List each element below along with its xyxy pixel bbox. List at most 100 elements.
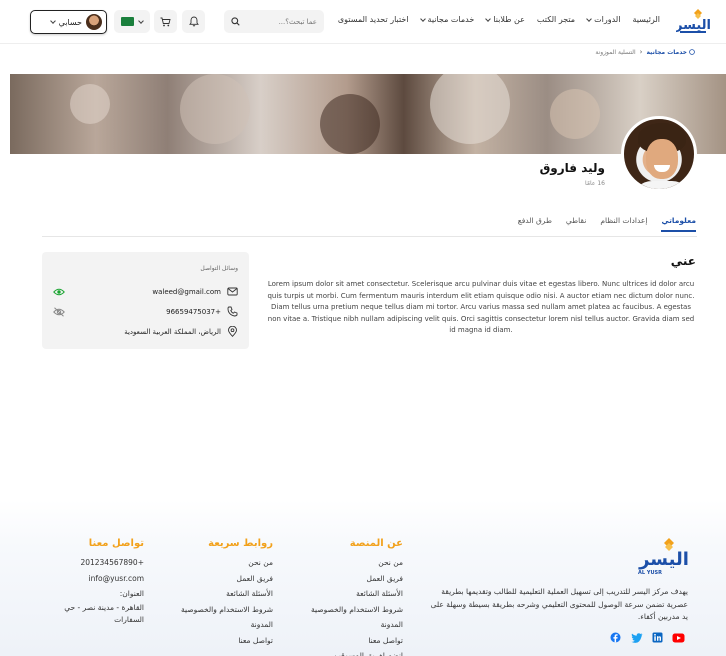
chevron-left-icon: ‹ (639, 48, 643, 56)
cover-figure (320, 94, 380, 154)
nav-label: اختبار تحديد المستوى (337, 15, 409, 24)
site-logo[interactable]: اليسر (676, 7, 710, 35)
tab-my-info[interactable]: معلوماتي (661, 216, 696, 232)
avatar-face (646, 139, 678, 179)
footer-column-title: روابط سريعة (208, 538, 273, 549)
nav-free-services[interactable]: خدمات مجانية (419, 15, 475, 24)
phone-icon (227, 306, 238, 317)
profile-tabs: معلوماتي إعدادات النظام نقاطي طرق الدفع (518, 216, 696, 232)
account-menu-button[interactable]: حسابي (30, 10, 107, 34)
footer-link[interactable]: انضم لفريق المسوقين (311, 648, 403, 656)
contact-phone: +96659475037 (166, 307, 221, 316)
nav-bookstore[interactable]: متجر الكتب (537, 15, 575, 24)
footer-quick-links: روابط سريعة من نحن فريق العمل الأسئلة ال… (181, 538, 273, 648)
footer-link[interactable]: فريق العمل (311, 571, 403, 587)
nav-home[interactable]: الرئيسية (632, 15, 660, 24)
cart-icon (160, 17, 171, 26)
cover-figure (180, 74, 250, 144)
tabs-divider (42, 236, 697, 237)
footer-logo[interactable]: اليسر AL YUSR (636, 536, 688, 578)
tab-system-settings[interactable]: إعدادات النظام (600, 216, 647, 232)
footer-logo-text: اليسر (638, 549, 688, 570)
profile-avatar (621, 116, 697, 192)
cover-figure (550, 89, 600, 139)
footer-link[interactable]: المدونة (311, 617, 403, 633)
footer-email[interactable]: info@yusr.com (44, 571, 144, 587)
language-selector[interactable] (114, 10, 150, 33)
footer-address: القاهرة - مدينة نصر - حي السفارات (64, 602, 144, 625)
footer-column-title: عن المنصة (349, 538, 403, 549)
nav-level-test[interactable]: اختبار تحديد المستوى (338, 15, 409, 24)
eye-off-icon[interactable] (53, 306, 65, 317)
nav-label: الدورات (594, 15, 621, 24)
nav-label: خدمات مجانية (427, 15, 475, 24)
search-icon[interactable] (231, 17, 240, 26)
notifications-button[interactable] (182, 10, 205, 33)
contact-card-title: وسائل التواصل (200, 265, 238, 272)
footer-link[interactable]: شروط الاستخدام والخصوصية (181, 602, 273, 618)
about-text: Lorem ipsum dolor sit amet consectetur. … (267, 280, 695, 334)
account-label: حسابي (58, 17, 82, 27)
nav-label: الرئيسية (632, 15, 660, 24)
footer-link[interactable]: فريق العمل (181, 571, 273, 587)
footer-link[interactable]: من نحن (311, 555, 403, 571)
grid-icon (689, 49, 695, 55)
contact-address-row: الرياض، المملكة العربية السعودية (53, 326, 238, 337)
breadcrumb-home-label: خدمات مجانية (646, 48, 687, 56)
footer-about-platform: عن المنصة من نحن فريق العمل الأسئلة الشا… (311, 538, 403, 656)
footer-phone[interactable]: +201234567890 (44, 555, 144, 571)
avatar (86, 14, 102, 30)
footer-link[interactable]: تواصل معنا (311, 633, 403, 649)
footer-link[interactable]: المدونة (181, 617, 273, 633)
youtube-icon[interactable] (671, 630, 686, 645)
email-icon (227, 287, 238, 296)
cart-button[interactable] (154, 10, 177, 33)
main-nav: الرئيسية الدورات متجر الكتب عن طلابنا خد… (338, 15, 660, 24)
nav-label: عن طلابنا (493, 15, 525, 24)
breadcrumb-home[interactable]: خدمات مجانية (646, 49, 695, 56)
facebook-icon[interactable] (608, 630, 623, 645)
contact-phone-row: +96659475037 (53, 306, 238, 317)
tab-my-points[interactable]: نقاطي (566, 216, 586, 232)
profile-cover-image (10, 74, 726, 154)
search-box (224, 10, 324, 33)
footer-link[interactable]: الأسئلة الشائعة (311, 586, 403, 602)
footer-column-title: تواصل معنا (88, 538, 144, 549)
footer-address-label: العنوان: (119, 589, 144, 598)
bell-icon (188, 16, 199, 27)
contact-email: waleed@gmail.com (152, 287, 221, 296)
logo-text: اليسر (676, 18, 710, 33)
location-pin-icon (228, 326, 237, 337)
chevron-down-icon (586, 15, 592, 22)
social-links (608, 630, 686, 645)
cover-figure (430, 74, 510, 144)
tab-payment-methods[interactable]: طرق الدفع (518, 216, 552, 232)
contact-card: وسائل التواصل waleed@gmail.com +96659475… (42, 252, 249, 349)
footer-link[interactable]: شروط الاستخدام والخصوصية (311, 602, 403, 618)
linkedin-icon[interactable] (650, 630, 665, 645)
search-input[interactable] (245, 17, 317, 26)
footer-link[interactable]: تواصل معنا (181, 633, 273, 649)
chevron-down-icon (138, 17, 145, 24)
contact-address: الرياض، المملكة العربية السعودية (124, 327, 221, 336)
profile-age: 16 عامًا (585, 180, 605, 187)
footer-link[interactable]: الأسئلة الشائعة (181, 586, 273, 602)
cover-figure (70, 84, 110, 124)
footer-link[interactable]: من نحن (181, 555, 273, 571)
saudi-flag-icon (120, 17, 134, 26)
nav-label: متجر الكتب (536, 15, 576, 24)
contact-email-row: waleed@gmail.com (53, 286, 238, 297)
chevron-down-icon (485, 15, 492, 22)
footer-description: يهدف مركز اليسر للتدريب إلى تسهيل العملي… (430, 587, 688, 621)
twitter-icon[interactable] (629, 630, 644, 645)
chevron-down-icon (49, 18, 56, 24)
footer-contact-us: تواصل معنا +201234567890 info@yusr.com ا… (44, 538, 144, 627)
chevron-down-icon (419, 15, 426, 22)
about-title: عني (670, 254, 696, 268)
breadcrumb: خدمات مجانية ‹ التسلية الموزونة (595, 48, 695, 56)
breadcrumb-current: التسلية الموزونة (595, 48, 636, 56)
profile-name: وليد فاروق (539, 161, 605, 175)
nav-about-students[interactable]: عن طلابنا (485, 15, 525, 24)
nav-courses[interactable]: الدورات (586, 15, 621, 24)
eye-icon[interactable] (53, 287, 65, 297)
